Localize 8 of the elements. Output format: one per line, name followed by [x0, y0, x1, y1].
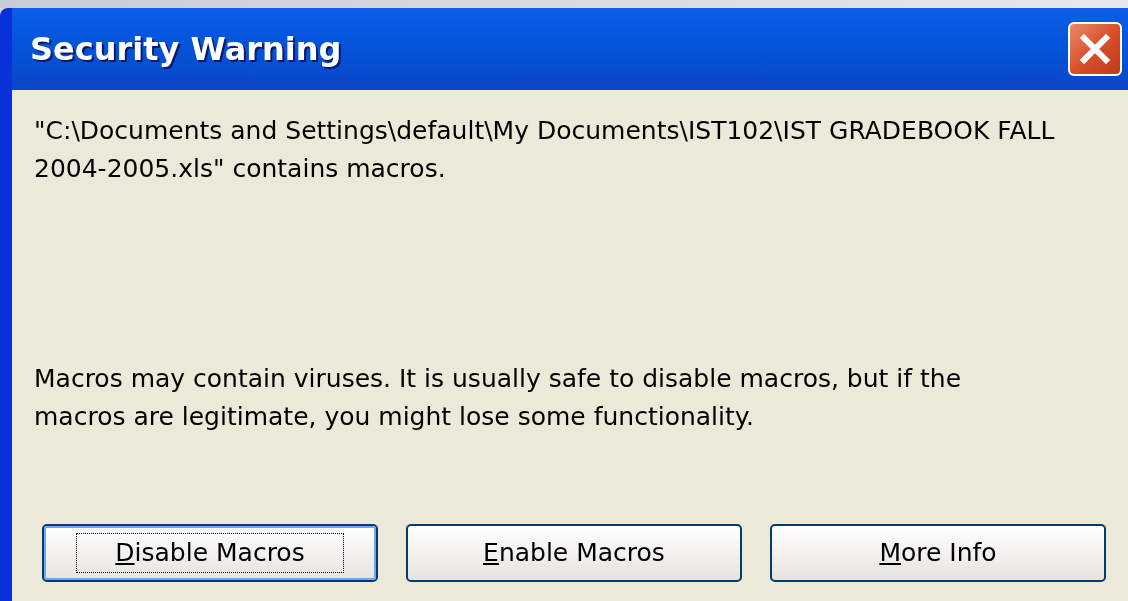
- dialog-button[interactable]: Disable Macros: [42, 524, 378, 582]
- warning-text: Macros may contain viruses. It is usually safe to disable macros, but if the macros are legitimate, you might lose some functionality.: [34, 363, 963, 433]
- close-button[interactable]: [1068, 22, 1122, 76]
- file-path-message: "C:\Documents and Settings\default\My Documents\IST102\IST GRADEBOOK FALL 2004-2005.xls" contains macros.: [34, 115, 1056, 185]
- close-icon: [1079, 33, 1111, 65]
- dialog-button[interactable]: More Info: [770, 524, 1106, 582]
- dialog-button[interactable]: Enable Macros: [406, 524, 742, 582]
- window-title: Security Warning: [30, 29, 342, 70]
